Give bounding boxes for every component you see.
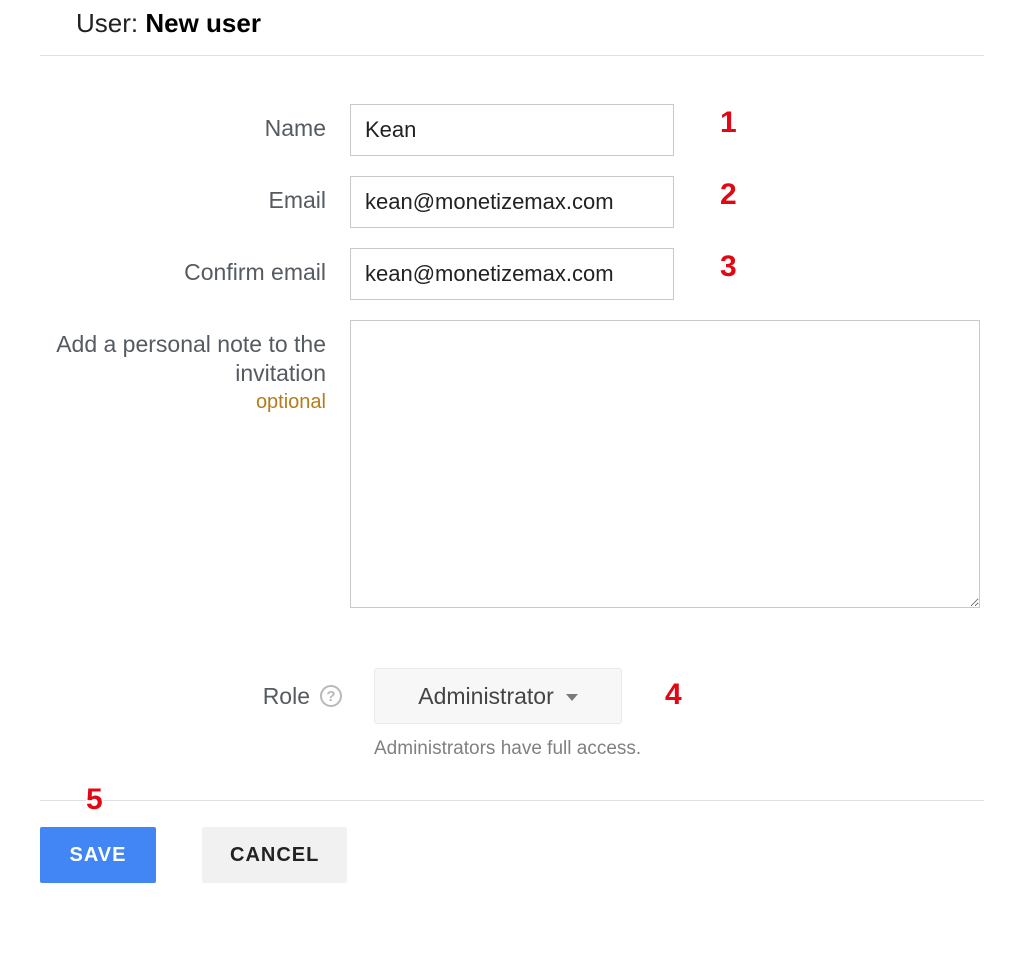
save-button[interactable]: SAVE <box>40 827 156 883</box>
role-description: Administrators have full access. <box>374 738 984 760</box>
row-confirm-email: Confirm email 3 <box>40 248 984 300</box>
row-note: Add a personal note to the invitation op… <box>40 320 984 608</box>
label-confirm-email: Confirm email <box>40 248 350 287</box>
chevron-down-icon <box>566 694 578 701</box>
confirm-email-input[interactable] <box>350 248 674 300</box>
label-role-text: Role <box>263 683 310 710</box>
annotation-2: 2 <box>720 178 737 212</box>
role-dropdown[interactable]: Administrator <box>374 668 622 724</box>
role-section: Role ? Administrator 4 Administrators ha… <box>40 668 984 760</box>
section-divider: 5 <box>40 800 984 801</box>
email-input[interactable] <box>350 176 674 228</box>
cancel-button[interactable]: CANCEL <box>202 827 347 883</box>
label-email: Email <box>40 176 350 215</box>
annotation-4: 4 <box>665 678 682 712</box>
page-title: User: New user <box>40 8 984 56</box>
page-title-value: New user <box>145 8 261 38</box>
label-name: Name <box>40 104 350 143</box>
label-note-main: Add a personal note to the invitation <box>56 331 326 386</box>
label-role: Role ? <box>40 683 350 710</box>
row-role: Role ? Administrator 4 <box>40 668 984 724</box>
label-note-optional: optional <box>40 390 326 415</box>
annotation-1: 1 <box>720 106 737 140</box>
label-note: Add a personal note to the invitation op… <box>40 320 350 415</box>
name-input[interactable] <box>350 104 674 156</box>
row-email: Email 2 <box>40 176 984 228</box>
form-actions: SAVE CANCEL <box>40 827 984 883</box>
annotation-5: 5 <box>86 783 103 817</box>
help-icon[interactable]: ? <box>320 685 342 707</box>
note-textarea[interactable] <box>350 320 980 608</box>
role-selected-value: Administrator <box>418 683 553 710</box>
user-form: Name 1 Email 2 Confirm email 3 Add a per… <box>40 104 984 608</box>
page-title-prefix: User: <box>76 8 138 38</box>
annotation-3: 3 <box>720 250 737 284</box>
row-name: Name 1 <box>40 104 984 156</box>
